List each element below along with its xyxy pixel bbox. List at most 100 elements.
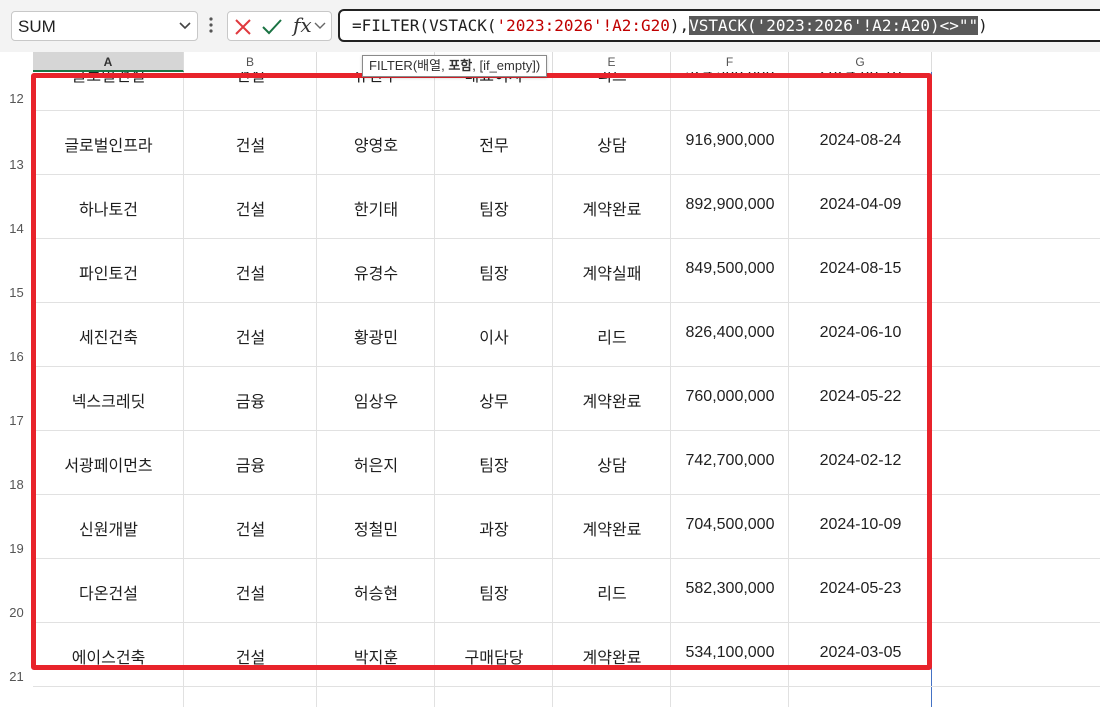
table-cell-amount[interactable]: 534,100,000 [671, 644, 789, 662]
row-header[interactable]: 12 [0, 91, 33, 106]
table-cell-status[interactable]: 상담 [553, 452, 671, 476]
table-cell-company[interactable]: 신원개발 [33, 516, 184, 540]
table-cell-title[interactable]: 팀장 [435, 196, 553, 220]
table-cell-contact[interactable]: 황광민 [317, 324, 435, 348]
chevron-down-icon[interactable] [179, 22, 191, 30]
table-cell-status[interactable]: 리드 [553, 324, 671, 348]
table-cell-title[interactable]: 팀장 [435, 452, 553, 476]
table-cell-contact[interactable]: 한기태 [317, 196, 435, 220]
column-header-f[interactable]: F [671, 52, 789, 72]
row-header[interactable]: 13 [0, 157, 33, 172]
table-cell-industry[interactable]: 건설 [184, 644, 317, 668]
table-cell-date[interactable]: 2024-05-23 [789, 580, 932, 598]
column-header-a[interactable]: A [33, 52, 184, 72]
table-cell-title[interactable]: 과장 [435, 516, 553, 540]
table-cell-contact[interactable]: 유경수 [317, 260, 435, 284]
table-cell-status[interactable]: 계약완료 [553, 644, 671, 668]
column-header-b[interactable]: B [184, 52, 317, 72]
row-header[interactable]: 21 [0, 669, 33, 684]
insert-function-icon[interactable]: fx [293, 13, 312, 37]
tooltip-arg[interactable]: 배열 [417, 58, 441, 73]
table-cell-contact[interactable]: 양영호 [317, 132, 435, 156]
table-cell-industry[interactable]: 건설 [184, 324, 317, 348]
row-header[interactable]: 17 [0, 413, 33, 428]
function-tooltip: FILTER(배열, 포함, [if_empty]) [362, 55, 548, 77]
table-cell-contact[interactable]: 허은지 [317, 452, 435, 476]
table-cell-title[interactable]: 이사 [435, 324, 553, 348]
column-headers: A B C D E F G [0, 52, 1100, 72]
table-cell-amount[interactable]: 892,900,000 [671, 196, 789, 214]
row-header[interactable]: 18 [0, 477, 33, 492]
table-cell-title[interactable]: 상무 [435, 388, 553, 412]
confirm-icon[interactable] [261, 18, 283, 36]
table-cell-date[interactable]: 2024-05-22 [789, 388, 932, 406]
table-cell-date[interactable]: 2024-03-05 [789, 644, 932, 662]
table-cell-company[interactable]: 파인토건 [33, 260, 184, 284]
row-header[interactable]: 15 [0, 285, 33, 300]
tooltip-arg[interactable]: [if_empty] [479, 58, 535, 73]
table-cell-industry[interactable]: 건설 [184, 516, 317, 540]
table-cell-amount[interactable]: 582,300,000 [671, 580, 789, 598]
table-cell-company[interactable]: 에이스건축 [33, 644, 184, 668]
table-cell-title[interactable]: 구매담당 [435, 644, 553, 668]
table-cell-industry[interactable]: 건설 [184, 580, 317, 604]
table-cell-date[interactable]: 2024-06-10 [789, 324, 932, 342]
table-cell-amount[interactable]: 742,700,000 [671, 452, 789, 470]
row-header[interactable]: 16 [0, 349, 33, 364]
table-cell-industry[interactable]: 건설 [184, 132, 317, 156]
table-cell-date[interactable]: 2024-10-09 [789, 516, 932, 534]
table-cell-date[interactable]: 2024-02-12 [789, 452, 932, 470]
formula-bar-input[interactable]: =FILTER(VSTACK('2023:2026'!A2:G20),VSTAC… [338, 9, 1100, 42]
table-cell-amount[interactable]: 704,500,000 [671, 516, 789, 534]
table-cell-status[interactable]: 상담 [553, 132, 671, 156]
table-cell-status[interactable]: 계약완료 [553, 516, 671, 540]
table-cell-title[interactable]: 팀장 [435, 580, 553, 604]
table-cell-date[interactable]: 2024-08-24 [789, 132, 932, 150]
table-cell-contact[interactable]: 박지훈 [317, 644, 435, 668]
table-cell-date[interactable]: 2024-04-09 [789, 196, 932, 214]
formula-part: ) [978, 16, 988, 35]
table-cell-company[interactable]: 글로벌인프라 [33, 132, 184, 156]
row-header[interactable]: 14 [0, 221, 33, 236]
table-cell-company[interactable]: 하나토건 [33, 196, 184, 220]
column-header-e[interactable]: E [553, 52, 671, 72]
table-cell-contact[interactable]: 정철민 [317, 516, 435, 540]
row-header[interactable]: 20 [0, 605, 33, 620]
table-cell-amount[interactable]: 760,000,000 [671, 388, 789, 406]
more-options-icon[interactable] [209, 16, 213, 34]
table-cell-company[interactable]: 서광페이먼츠 [33, 452, 184, 476]
table-cell-contact[interactable]: 허승현 [317, 580, 435, 604]
table-cell-industry[interactable]: 건설 [184, 72, 317, 86]
row-header[interactable]: 19 [0, 541, 33, 556]
table-cell-company[interactable]: 세진건축 [33, 324, 184, 348]
table-cell-amount[interactable]: 826,400,000 [671, 324, 789, 342]
table-cell-status[interactable]: 리드 [553, 72, 671, 86]
table-cell-amount[interactable]: 849,500,000 [671, 260, 789, 278]
table-cell-title[interactable]: 전무 [435, 132, 553, 156]
cancel-icon[interactable] [234, 18, 252, 36]
table-cell-date[interactable]: 2024-08-15 [789, 260, 932, 278]
table-cell-status[interactable]: 계약실패 [553, 260, 671, 284]
chevron-down-icon[interactable] [314, 22, 326, 30]
table-cell-company[interactable]: 다온건설 [33, 580, 184, 604]
name-box-value: SUM [18, 17, 56, 36]
table-cell-amount[interactable]: 916,900,000 [671, 132, 789, 150]
formula-part: =FILTER(VSTACK( [352, 16, 497, 35]
table-cell-industry[interactable]: 금융 [184, 452, 317, 476]
tooltip-arg-current[interactable]: 포함 [448, 58, 472, 73]
table-cell-industry[interactable]: 건설 [184, 196, 317, 220]
table-cell-date[interactable]: 2024-06-18 [789, 72, 932, 80]
table-cell-company[interactable]: 넥스크레딧 [33, 388, 184, 412]
table-cell-status[interactable]: 계약완료 [553, 196, 671, 220]
name-box[interactable]: SUM [11, 11, 198, 41]
table-cell-contact[interactable]: 임상우 [317, 388, 435, 412]
table-cell-industry[interactable]: 건설 [184, 260, 317, 284]
column-header-g[interactable]: G [789, 52, 932, 72]
table-cell-status[interactable]: 계약완료 [553, 388, 671, 412]
table-cell-status[interactable]: 리드 [553, 580, 671, 604]
table-cell-amount[interactable]: 924,900,000 [671, 72, 789, 80]
table-cell-industry[interactable]: 금융 [184, 388, 317, 412]
table-cell-company[interactable]: 글로벌건설 [33, 72, 184, 86]
table-cell-title[interactable]: 팀장 [435, 260, 553, 284]
formula-toolbar: SUM fx =FILTER(VSTACK('2023:2026'!A2:G20… [0, 0, 1100, 52]
